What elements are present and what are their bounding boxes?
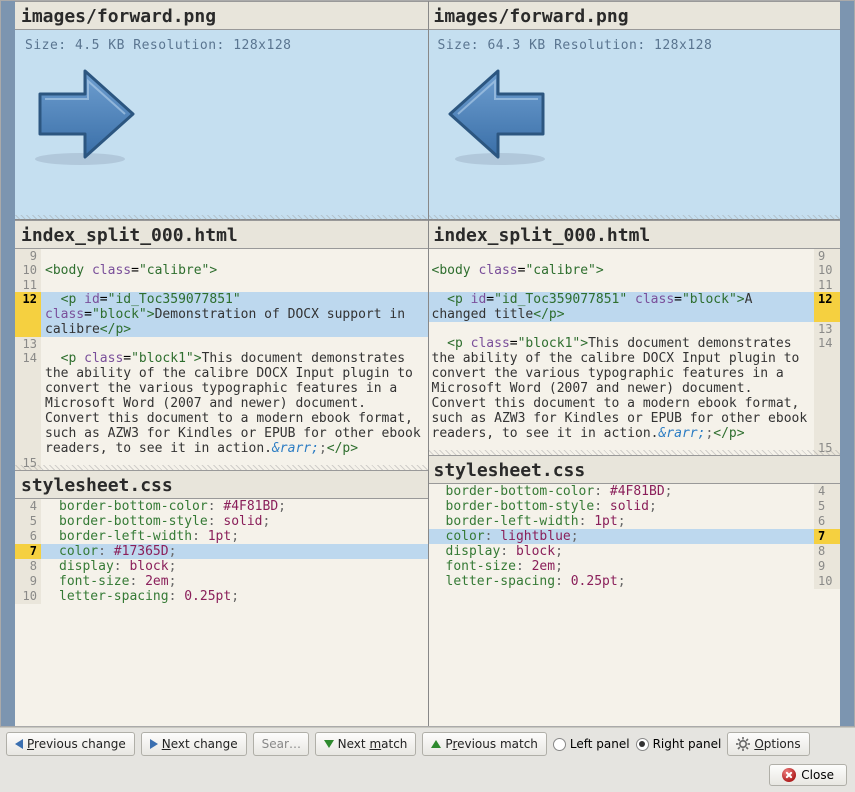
file-header-css-left: stylesheet.css — [15, 470, 428, 499]
panel-divider[interactable] — [428, 1, 429, 726]
prev-match-label: Previous match — [445, 737, 538, 751]
triangle-left-icon — [15, 739, 23, 749]
forward-arrow-icon — [25, 59, 145, 169]
triangle-up-icon — [431, 740, 441, 748]
search-input[interactable]: Sear… — [253, 732, 309, 756]
options-button[interactable]: Options — [727, 732, 809, 756]
next-change-label: ext change — [171, 737, 238, 751]
right-panel-label: Right panel — [653, 737, 722, 751]
toolbar: Previous change Next change Sear… Next m… — [0, 727, 855, 760]
diff-viewer: images/forward.png Size: 4.5 KB Resoluti… — [0, 0, 855, 727]
resolution-label: Resolution: — [133, 38, 225, 53]
prev-match-button[interactable]: Previous match — [422, 732, 547, 756]
right-scrollbar[interactable] — [840, 1, 854, 726]
radio-icon — [553, 738, 566, 751]
close-label: Close — [801, 768, 834, 782]
image-preview-left: Size: 4.5 KB Resolution: 128x128 — [15, 30, 428, 220]
gear-icon — [736, 737, 750, 751]
back-arrow-icon — [438, 59, 558, 169]
resolution-label: Resolution: — [554, 38, 646, 53]
close-button[interactable]: Close — [769, 764, 847, 786]
triangle-down-icon — [324, 740, 334, 748]
prev-change-label: revious change — [34, 737, 126, 751]
file-header-html-left: index_split_000.html — [15, 220, 428, 249]
options-label: ptions — [764, 737, 801, 751]
left-scrollbar[interactable] — [1, 1, 15, 726]
right-panel-radio[interactable]: Right panel — [636, 737, 722, 751]
left-panel-radio[interactable]: Left panel — [553, 737, 630, 751]
size-value: 4.5 KB — [75, 38, 125, 53]
next-match-button[interactable]: Next match — [315, 732, 417, 756]
next-change-button[interactable]: Next change — [141, 732, 247, 756]
left-panel: images/forward.png Size: 4.5 KB Resoluti… — [15, 1, 428, 726]
right-panel: images/forward.png Size: 64.3 KB Resolut… — [428, 1, 841, 726]
file-header-css-right: stylesheet.css — [428, 455, 841, 484]
size-label: Size: — [25, 38, 67, 53]
prev-change-button[interactable]: Previous change — [6, 732, 135, 756]
bottom-bar: Close — [0, 760, 855, 792]
file-header-html-right: index_split_000.html — [428, 220, 841, 249]
css-code-left[interactable]: 4border-bottom-color: #4F81BD; 5border-b… — [15, 499, 428, 604]
triangle-right-icon — [150, 739, 158, 749]
size-label: Size: — [438, 38, 480, 53]
file-header-image-left: images/forward.png — [15, 1, 428, 30]
image-preview-right: Size: 64.3 KB Resolution: 128x128 — [428, 30, 841, 220]
radio-icon — [636, 738, 649, 751]
html-code-left[interactable]: 9 10<body class="calibre"> 11 12 <p id="… — [15, 249, 428, 470]
left-panel-label: Left panel — [570, 737, 630, 751]
close-icon — [782, 768, 796, 782]
resolution-value: 128x128 — [654, 38, 712, 53]
next-match-label: Next match — [338, 737, 408, 751]
resolution-value: 128x128 — [233, 38, 291, 53]
size-value: 64.3 KB — [487, 38, 545, 53]
file-header-image-right: images/forward.png — [428, 1, 841, 30]
css-code-right[interactable]: 4border-bottom-color: #4F81BD; 5border-b… — [428, 484, 841, 589]
html-code-right[interactable]: 9 10<body class="calibre"> 11 12 <p id="… — [428, 249, 841, 455]
